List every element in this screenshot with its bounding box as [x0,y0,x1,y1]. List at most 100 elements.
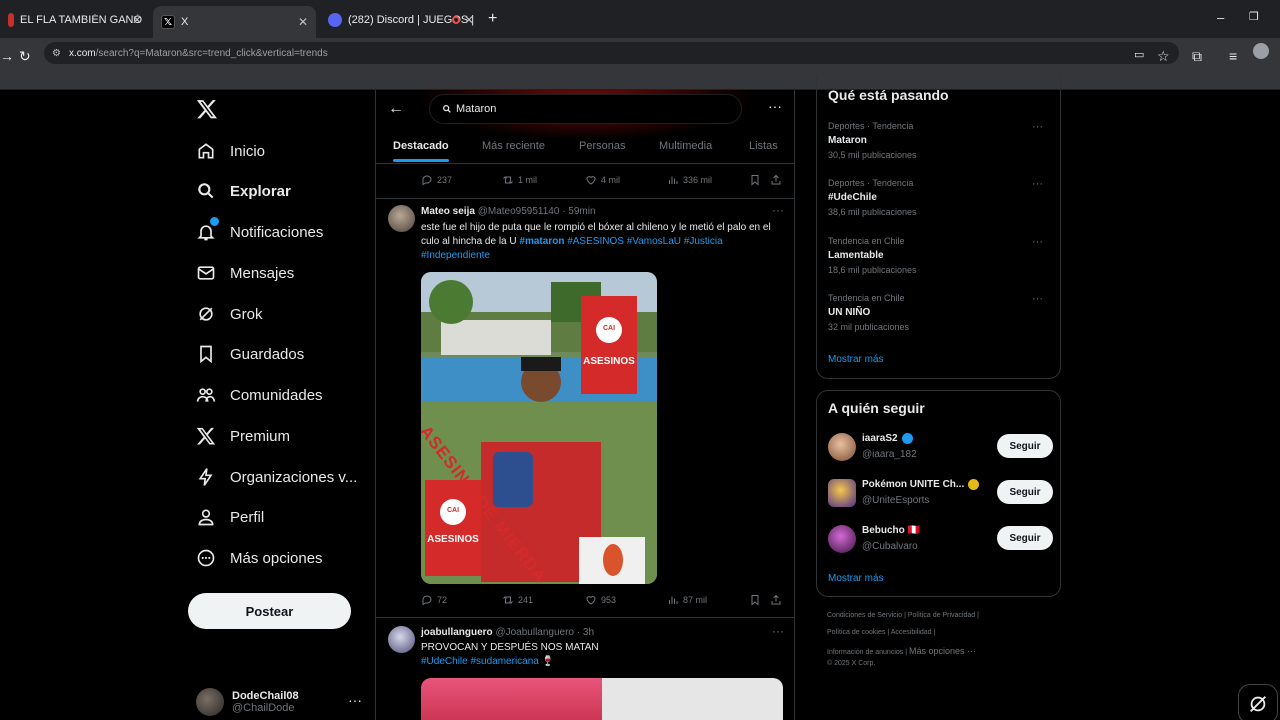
follow-suggestion[interactable]: iaaraS2 @iaara_182 Seguir [828,431,1053,465]
avatar[interactable] [828,433,856,461]
author-handle[interactable]: @Joabullanguero [495,627,574,638]
nav-item-inicio[interactable]: Inicio [196,136,265,166]
browser-tab[interactable]: (282) Discord | JUEGOS | EC ✕ [320,6,482,34]
trend-more-icon[interactable]: ··· [1032,293,1043,305]
account-handle: @ChailDode [232,702,295,714]
hashtag-link[interactable]: #VamosLaU [627,236,681,247]
forward-icon[interactable]: → [0,48,14,64]
hashtag-link[interactable]: #UdeChile [421,656,468,667]
author-name[interactable]: Mateo seija [421,206,475,217]
hashtag-link[interactable]: #Independiente [421,250,490,261]
hashtag-link[interactable]: #sudamericana [470,656,538,667]
follow-button[interactable]: Seguir [997,480,1053,504]
footer-link[interactable]: Política de Privacidad [908,612,975,619]
trend-item[interactable]: Tendencia en Chile Lamentable 18,6 mil p… [828,236,1053,275]
account-switcher[interactable]: DodeChail08 @ChailDode ··· [196,684,374,720]
follow-button[interactable]: Seguir [997,526,1053,550]
nav-item-notificaciones[interactable]: Notificaciones [196,217,323,247]
tweet-more-icon[interactable]: ··· [772,624,784,638]
views-button[interactable]: 336 mil [667,174,712,186]
author-handle[interactable]: @Mateo95951140 [478,206,560,217]
repost-button[interactable]: 241 [502,594,533,606]
share-button[interactable] [770,594,786,606]
close-tab-icon[interactable]: ✕ [298,15,308,29]
tweet-time[interactable]: 59min [568,206,595,217]
profile-avatar[interactable] [1253,43,1269,59]
tab-listas[interactable]: Listas [749,140,778,152]
repost-button[interactable]: 1 mil [502,174,537,186]
extensions-icon[interactable]: ⧉ [1192,48,1202,65]
footer-link[interactable]: Accesibilidad [891,629,932,636]
footer-link[interactable]: Condiciones de Servicio [827,612,902,619]
nav-item-premium[interactable]: Premium [196,421,290,451]
share-button[interactable] [770,174,786,186]
new-tab-button[interactable]: + [488,10,497,28]
nav-item-organizaciones[interactable]: Organizaciones v... [196,462,357,492]
hashtag-link[interactable]: #Justicia [684,236,723,247]
nav-item-mensajes[interactable]: Mensajes [196,258,294,288]
nav-item-comunidades[interactable]: Comunidades [196,380,323,410]
bookmark-button[interactable] [749,594,765,606]
nav-item-mas-opciones[interactable]: Más opciones [196,543,323,573]
cast-icon[interactable]: ▭ [1134,48,1144,61]
reply-button[interactable]: 237 [421,174,452,186]
avatar[interactable] [388,205,415,232]
nav-item-perfil[interactable]: Perfil [196,502,264,532]
close-tab-icon[interactable]: ✕ [464,13,474,27]
follow-show-more-link[interactable]: Mostrar más [828,573,884,584]
like-button[interactable]: 4 mil [585,174,620,186]
account-more-icon[interactable]: ··· [348,692,362,708]
nav-item-grok[interactable]: Grok [196,299,263,329]
grok-floating-button[interactable] [1238,684,1278,720]
trend-item[interactable]: Deportes · Tendencia #UdeChile 38,6 mil … [828,178,1053,217]
site-info-icon[interactable]: ⚙ [52,48,61,59]
search-more-icon[interactable]: ··· [768,98,782,114]
tab-mas-reciente[interactable]: Más reciente [482,140,545,152]
post-button[interactable]: Postear [188,593,351,629]
tab-multimedia[interactable]: Multimedia [659,140,712,152]
tweet-image[interactable] [421,678,783,720]
bookmark-button[interactable] [749,174,765,186]
tweet-image[interactable]: ASESINO DE MIERDA ASESINOS ASESINOS CAI … [421,272,657,584]
footer-link[interactable]: Información de anuncios [827,649,903,656]
reload-icon[interactable]: ↻ [19,48,31,65]
x-logo-icon[interactable] [196,98,218,120]
hashtag-link[interactable]: #ASESINOS [567,236,624,247]
follow-suggestion[interactable]: Bebucho 🇵🇪 @Cubalvaro Seguir [828,523,1053,557]
browser-tab-active[interactable]: 𝕏 X ✕ [153,6,316,38]
footer-more-link[interactable]: Más opciones ··· [909,646,976,656]
back-arrow-icon[interactable]: ← [388,100,404,118]
browser-tab[interactable]: EL FLA TAMBIÉN GANÓ LA VUE ✕ [0,6,150,34]
search-input[interactable]: Mataron [429,94,742,124]
restore-icon[interactable]: ❐ [1249,10,1259,23]
footer-link[interactable]: Política de cookies [827,629,885,636]
tab-personas[interactable]: Personas [579,140,625,152]
author-name[interactable]: joabullanguero [421,627,493,638]
avatar[interactable] [388,626,415,653]
tweet-time[interactable]: 3h [583,627,594,638]
reply-button[interactable]: 72 [421,594,447,606]
trend-item[interactable]: Tendencia en Chile UN NIÑO 32 mil public… [828,293,1053,332]
menu-lines-icon[interactable]: ≡ [1229,48,1237,64]
trend-more-icon[interactable]: ··· [1032,178,1043,190]
close-tab-icon[interactable]: ✕ [132,13,142,27]
trend-more-icon[interactable]: ··· [1032,236,1043,248]
trend-more-icon[interactable]: ··· [1032,121,1043,133]
trend-item[interactable]: Deportes · Tendencia Mataron 30,5 mil pu… [828,121,1053,160]
tweet-more-icon[interactable]: ··· [772,203,784,217]
nav-item-explorar[interactable]: Explorar [196,176,291,206]
nav-item-guardados[interactable]: Guardados [196,339,304,369]
views-button[interactable]: 87 mil [667,594,707,606]
address-bar[interactable]: ⚙ x.com/search?q=Mataron&src=trend_click… [44,42,1179,64]
like-button[interactable]: 953 [585,594,616,606]
bookmark-star-icon[interactable]: ☆ [1157,48,1170,65]
follow-suggestion[interactable]: Pokémon UNITE Ch... @UniteEsports Seguir [828,477,1053,511]
avatar[interactable] [828,525,856,553]
trends-show-more-link[interactable]: Mostrar más [828,354,884,365]
tab-destacado[interactable]: Destacado [393,140,449,152]
footer-links: Condiciones de Servicio | Política de Pr… [827,612,979,619]
minimize-icon[interactable]: – [1217,10,1224,25]
follow-button[interactable]: Seguir [997,434,1053,458]
hashtag-link[interactable]: #mataron [519,236,564,247]
avatar[interactable] [828,479,856,507]
